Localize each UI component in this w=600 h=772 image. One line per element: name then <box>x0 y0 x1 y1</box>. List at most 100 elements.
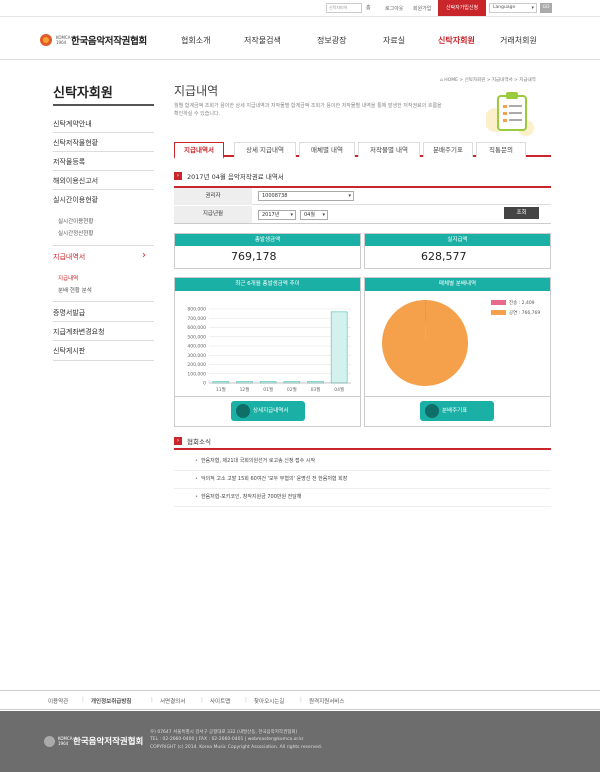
trend-chart-title: 최근 6개월 총발생금액 추이 <box>175 278 360 291</box>
total-amount-value: 769,178 <box>231 250 277 263</box>
clipboard-icon <box>484 90 538 136</box>
x-tick-label: 03월 <box>311 386 321 393</box>
actual-amount-value: 628,577 <box>421 250 467 263</box>
search-go-button[interactable]: 홈 <box>366 4 371 11</box>
y-tick-label: 0 <box>203 381 206 387</box>
news-divider <box>174 506 551 507</box>
nav-about[interactable]: 협회소개 <box>181 35 210 46</box>
lnb-work-register[interactable]: 저작물등록 <box>53 157 85 167</box>
y-tick-label: 700,000 <box>187 316 206 322</box>
detail-statement-label: 상세지급내역서 <box>253 408 289 414</box>
tab-media[interactable]: 매체별 내역 <box>299 142 355 157</box>
news-item[interactable]: 한음저협-포키코인, 창작지원금 700만원 전달해 <box>195 493 302 500</box>
news-list <box>174 448 551 450</box>
legend-swatch <box>491 300 506 305</box>
news-item[interactable]: 한음저협, 제21대 국회의원선거 로고송 신청 접수 시작 <box>195 457 315 464</box>
tab-cycle[interactable]: 분배주기표 <box>423 142 473 157</box>
y-tick-label: 600,000 <box>187 325 206 331</box>
lnb-certificate[interactable]: 증명서발급 <box>53 308 85 318</box>
lnb-divider <box>53 321 154 322</box>
footer-remote-support[interactable]: 원격지원서비스 <box>309 697 344 705</box>
section-title: › 2017년 04월 음악저작권료 내역서 <box>174 171 284 181</box>
lnb-trust-board[interactable]: 신탁게시판 <box>53 346 85 356</box>
lnb-sub-realtime-settle[interactable]: 실시간정산현황 <box>58 229 93 237</box>
year-select[interactable]: 2017년 <box>258 210 296 220</box>
lnb-sub-distribution[interactable]: 분배 현황 분석 <box>58 286 92 294</box>
tab-works[interactable]: 저작물별 내역 <box>358 142 420 157</box>
footer-privacy[interactable]: 개인정보취급방침 <box>91 697 131 705</box>
cycle-table-label: 분배주기표 <box>442 408 468 414</box>
language-select[interactable]: Language <box>489 3 537 13</box>
search-input[interactable]: 신탁자미어 <box>326 3 362 13</box>
magnifier-icon <box>236 404 250 418</box>
tab-detail[interactable]: 상세 지급내역 <box>234 142 296 157</box>
tab-statement[interactable]: 지급내역서 <box>174 142 224 159</box>
section-title-text: 2017년 04월 음악저작권료 내역서 <box>187 173 284 181</box>
nav-search[interactable]: 저작물검색 <box>244 35 281 46</box>
month-select[interactable]: 04월 <box>300 210 328 220</box>
footer-sitemap[interactable]: 사이트맵 <box>210 697 230 705</box>
lnb-overseas-report[interactable]: 해외이용신고서 <box>53 176 98 186</box>
pie-chart-title: 매체별 분배내역 <box>365 278 550 291</box>
lnb-divider <box>53 132 154 133</box>
news-section-title: › 협회소식 <box>174 436 211 446</box>
calendar-icon <box>425 404 439 418</box>
footer-address: 우) 07647 서울특별시 강서구 공항대로 332 (내발산동, 한국음악저… <box>150 730 298 735</box>
detail-statement-button[interactable]: 상세지급내역서 <box>231 401 305 421</box>
footer-directions[interactable]: 찾아오시는길 <box>254 697 284 705</box>
pie-slice <box>381 300 468 386</box>
language-go-button[interactable]: GO <box>540 3 552 13</box>
header: KOMCA 1964 한국음악저작권협회 협회소개 저작물검색 정보광장 자료실… <box>0 17 600 60</box>
y-tick-label: 800,000 <box>187 307 206 313</box>
nav-client-member[interactable]: 거래처회원 <box>500 35 537 46</box>
x-tick-label: 12월 <box>240 386 250 393</box>
lnb-divider <box>53 104 154 106</box>
y-tick-label: 300,000 <box>187 353 206 359</box>
footer: KOMCA 1964 한국음악저작권협회 우) 07647 서울특별시 강서구 … <box>0 711 600 772</box>
nav-archive[interactable]: 자료실 <box>383 35 405 46</box>
lnb-title: 신탁자회원 <box>53 86 113 101</box>
total-amount-label: 총발생금액 <box>175 234 360 246</box>
site-logo[interactable]: KOMCA 1964 한국음악저작권협회 <box>40 33 147 47</box>
tab-contact[interactable]: 직통문의 <box>476 142 526 157</box>
date-label: 지급년월 <box>174 206 252 223</box>
footer-logo-small: KOMCA 1964 <box>58 736 73 746</box>
page-description: 월별 합계금액 조회가 용이한 상세 지급내역과 저작물별 합계금액 조회가 용… <box>174 103 442 117</box>
cycle-table-button[interactable]: 분배주기표 <box>420 401 494 421</box>
lnb-divider <box>53 151 154 152</box>
lnb-divider <box>53 360 154 361</box>
footer-links: 이용약관 | 개인정보취급방침 | 서면결의서 | 사이트맵 | 찾아오시는길 … <box>0 690 600 710</box>
lnb-divider <box>53 189 154 190</box>
chevron-right-icon: › <box>142 250 146 261</box>
footer-contact: TEL : 02-2660-0400 | FAX : 02-2660-0401 … <box>150 737 304 742</box>
footer-terms[interactable]: 이용약관 <box>48 697 68 705</box>
actual-amount-box: 실지급액 628,577 <box>364 233 551 269</box>
x-tick-label: 01월 <box>263 386 273 393</box>
x-tick-label: 04월 <box>334 386 344 393</box>
query-button[interactable]: 조회 <box>504 207 539 219</box>
nav-trust-member[interactable]: 신탁자회원 <box>438 35 475 46</box>
footer-logo-mark-icon <box>44 735 55 747</box>
lnb-works-status[interactable]: 신탁저작물현황 <box>53 138 98 148</box>
holder-select[interactable]: 10008738 <box>258 191 354 201</box>
news-item[interactable]: 악의적 고소 고발 15회 60여건 '모두 무혐의' 윤명선 전 한음저협 회… <box>195 475 347 482</box>
signup-link[interactable]: 회원가입 <box>413 5 431 12</box>
footer-separator: | <box>82 697 84 703</box>
actual-amount-label: 실지급액 <box>365 234 550 246</box>
holder-label: 권리자 <box>174 188 252 205</box>
lnb-payment-statement[interactable]: 지급내역서 <box>53 252 85 262</box>
footer-copyright: COPYRIGHT (c) 2014. Korea Music Copyrigh… <box>150 745 323 750</box>
logout-link[interactable]: 로그아웃 <box>385 5 403 12</box>
lnb-realtime-usage[interactable]: 실시간이용현황 <box>53 195 98 205</box>
nav-info[interactable]: 정보광장 <box>317 35 346 46</box>
lnb-sub-payment[interactable]: 지급내역 <box>58 274 78 282</box>
trust-apply-button[interactable]: 신탁자가입신청 <box>438 0 486 16</box>
trend-bar-chart: 0 100,000 200,000 300,000 400,000 500,000 600,… <box>187 307 351 393</box>
lnb-divider <box>53 170 154 171</box>
lnb-contract-guide[interactable]: 신탁계약안내 <box>53 119 92 129</box>
footer-resolution[interactable]: 서면결의서 <box>160 697 185 705</box>
lnb-account-change[interactable]: 지급계좌변경요청 <box>53 327 105 337</box>
lnb-sub-realtime-usage[interactable]: 실시간이용현황 <box>58 217 93 225</box>
bar <box>330 311 348 384</box>
arrow-right-icon: › <box>174 172 182 180</box>
